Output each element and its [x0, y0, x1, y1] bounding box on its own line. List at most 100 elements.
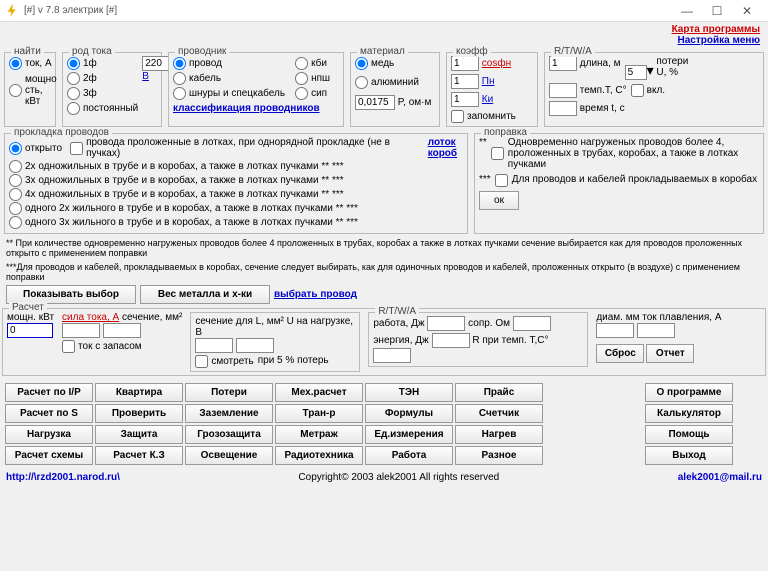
npsh-radio[interactable] — [295, 72, 308, 85]
melt-input[interactable] — [637, 323, 675, 338]
side-buttons: О программе Калькулятор Помощь Выход — [642, 380, 742, 468]
scheme-button[interactable]: Расчет схемы — [5, 446, 93, 465]
energy-input[interactable] — [432, 333, 470, 348]
copper-radio[interactable] — [355, 57, 368, 70]
resistivity-input[interactable] — [355, 95, 395, 110]
minimize-button[interactable]: — — [672, 4, 702, 18]
price-button[interactable]: Прайс — [455, 383, 543, 402]
mech-button[interactable]: Мех.расчет — [275, 383, 363, 402]
length-input[interactable] — [549, 56, 577, 71]
voltage-unit-link[interactable]: В — [142, 71, 149, 82]
reset-button[interactable]: Сброс — [596, 344, 644, 363]
ten-button[interactable]: ТЭН — [365, 383, 453, 402]
classification-link[interactable]: классификация проводников — [173, 103, 339, 114]
check-button[interactable]: Проверить — [95, 404, 183, 423]
app-icon — [6, 4, 20, 18]
calc-s-button[interactable]: Расчет по S — [5, 404, 93, 423]
phase1-radio[interactable] — [67, 57, 80, 70]
loss-input[interactable] — [625, 65, 647, 80]
lighting-button[interactable]: Освещение — [185, 446, 273, 465]
calculator-button[interactable]: Калькулятор — [645, 404, 733, 423]
time-input[interactable] — [549, 101, 577, 116]
correction-panel: поправка **Одновременно нагруженых прово… — [474, 133, 764, 234]
work-input[interactable] — [427, 316, 465, 331]
menu-settings-link[interactable]: Настройка меню — [8, 35, 760, 46]
load-button[interactable]: Нагрузка — [5, 425, 93, 444]
secl-input[interactable] — [195, 338, 233, 353]
remember-check[interactable] — [451, 110, 464, 123]
help-button[interactable]: Помощь — [645, 425, 733, 444]
length-button[interactable]: Метраж — [275, 425, 363, 444]
cable-radio[interactable] — [173, 72, 186, 85]
titlebar: [#] v 7.8 электрик [#] — ☐ ✕ — [0, 0, 768, 22]
conductor-panel: проводник провод кабель шнуры и спецкабе… — [168, 52, 344, 127]
pn-input[interactable] — [451, 74, 479, 89]
dropdown-icon[interactable]: ▾ — [647, 62, 654, 78]
reserve-check[interactable] — [62, 340, 75, 353]
program-map-link[interactable]: Карта программы — [8, 24, 760, 35]
material-panel: материал медь алюминий P, ом·м — [350, 52, 440, 127]
note1: ** При количестве одновременно нагружены… — [6, 238, 762, 258]
top-links: Карта программы Настройка меню — [0, 22, 768, 48]
about-button[interactable]: О программе — [645, 383, 733, 402]
lightning-button[interactable]: Грозозащита — [185, 425, 273, 444]
wire-radio[interactable] — [173, 57, 186, 70]
res-input[interactable] — [513, 316, 551, 331]
counter-button[interactable]: Счетчик — [455, 404, 543, 423]
phase2-radio[interactable] — [67, 72, 80, 85]
phase3-radio[interactable] — [67, 87, 80, 100]
find-current-radio[interactable] — [9, 57, 22, 70]
lay3-radio[interactable] — [9, 174, 22, 187]
lay4-radio[interactable] — [9, 188, 22, 201]
formulas-button[interactable]: Формулы — [365, 404, 453, 423]
radio-button[interactable]: Радиотехника — [275, 446, 363, 465]
find-power-radio[interactable] — [9, 84, 22, 97]
view-check[interactable] — [195, 355, 208, 368]
rtwa-panel: R/T/W/A длина, м ▾ потери U, % темп.Т, С… — [544, 52, 764, 127]
calc-ip-button[interactable]: Расчет по I/P — [5, 383, 93, 402]
corr2-check[interactable] — [495, 174, 508, 187]
lay-open-radio[interactable] — [9, 142, 22, 155]
incl-check[interactable] — [631, 84, 644, 97]
apartment-button[interactable]: Квартира — [95, 383, 183, 402]
rtemp-input[interactable] — [373, 348, 411, 363]
tray-link[interactable]: лоток короб — [428, 137, 463, 159]
footer-mail[interactable]: alek2001@mail.ru — [678, 472, 762, 483]
exit-button[interactable]: Выход — [645, 446, 733, 465]
lay2-radio[interactable] — [9, 160, 22, 173]
ground-button[interactable]: Заземление — [185, 404, 273, 423]
amp-input[interactable] — [62, 323, 100, 338]
section-input[interactable] — [103, 323, 141, 338]
close-button[interactable]: ✕ — [732, 4, 762, 18]
lay6-radio[interactable] — [9, 216, 22, 229]
cord-radio[interactable] — [173, 87, 186, 100]
lay5-radio[interactable] — [9, 202, 22, 215]
maximize-button[interactable]: ☐ — [702, 4, 732, 18]
metal-weight-button[interactable]: Вес металла и x-ки — [140, 285, 270, 304]
lay-tray-note-check[interactable] — [70, 142, 83, 155]
choose-wire-link[interactable]: выбрать провод — [274, 289, 357, 300]
uload-input[interactable] — [236, 338, 274, 353]
sip-radio[interactable] — [295, 87, 308, 100]
dc-radio[interactable] — [67, 102, 80, 115]
report-button[interactable]: Отчет — [646, 344, 694, 363]
footer-url[interactable]: http://\rzd2001.narod.ru\ — [6, 472, 120, 483]
temp-input[interactable] — [549, 83, 577, 98]
shortcircuit-button[interactable]: Расчет К.З — [95, 446, 183, 465]
aluminum-radio[interactable] — [355, 76, 368, 89]
misc-button[interactable]: Разное — [455, 446, 543, 465]
losses-button[interactable]: Потери — [185, 383, 273, 402]
diam-input[interactable] — [596, 323, 634, 338]
work-button[interactable]: Работа — [365, 446, 453, 465]
kbi-radio[interactable] — [295, 57, 308, 70]
corr1-check[interactable] — [491, 137, 504, 170]
ki-input[interactable] — [451, 92, 479, 107]
protect-button[interactable]: Защита — [95, 425, 183, 444]
trans-button[interactable]: Тран-р — [275, 404, 363, 423]
cosfi-input[interactable] — [451, 56, 479, 71]
heat-button[interactable]: Нагрев — [455, 425, 543, 444]
correction-ok-button[interactable]: ок — [479, 191, 519, 210]
units-button[interactable]: Ед.измерения — [365, 425, 453, 444]
current-type-panel: род тока 1ф 2ф 3ф постоянный В — [62, 52, 162, 127]
power-input[interactable] — [7, 323, 53, 338]
